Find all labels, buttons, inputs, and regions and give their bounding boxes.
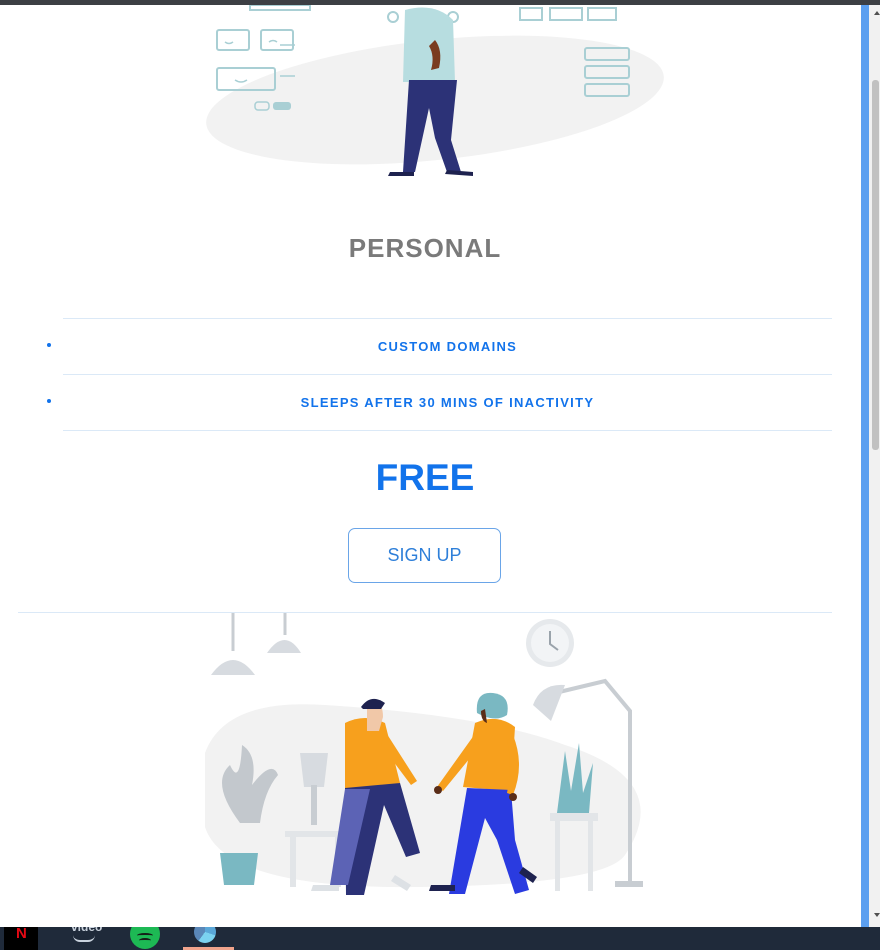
sign-up-button[interactable]: SIGN UP (348, 528, 501, 583)
scrollbar-highlight (861, 5, 869, 927)
scrollbar-thumb[interactable] (872, 80, 879, 450)
prime-video-icon[interactable]: video (68, 927, 102, 950)
scroll-up-icon[interactable] (874, 11, 880, 15)
list-bullet (47, 343, 51, 347)
netflix-letter: N (16, 927, 27, 942)
feature-list: CUSTOM DOMAINS SLEEPS AFTER 30 MINS OF I… (47, 318, 832, 431)
scroll-down-icon[interactable] (874, 913, 880, 917)
feature-label: SLEEPS AFTER 30 MINS OF INACTIVITY (300, 395, 595, 410)
feature-item: CUSTOM DOMAINS (47, 318, 832, 374)
page-viewport: PERSONAL CUSTOM DOMAINS SLEEPS AFTER 30 … (0, 5, 861, 927)
feature-label: CUSTOM DOMAINS (377, 339, 518, 354)
plan-price: FREE (375, 457, 475, 498)
prime-video-label: video (71, 927, 103, 934)
feature-item: SLEEPS AFTER 30 MINS OF INACTIVITY (47, 374, 832, 431)
taskbar: N video (0, 927, 880, 950)
list-bullet (47, 399, 51, 403)
vertical-scrollbar[interactable] (861, 5, 880, 927)
plan-title: PERSONAL (348, 233, 502, 263)
people-greeting-illustration (205, 613, 643, 895)
person-walking-illustration (206, 5, 664, 176)
spotify-icon[interactable] (130, 927, 160, 949)
netflix-icon[interactable]: N (4, 927, 38, 950)
